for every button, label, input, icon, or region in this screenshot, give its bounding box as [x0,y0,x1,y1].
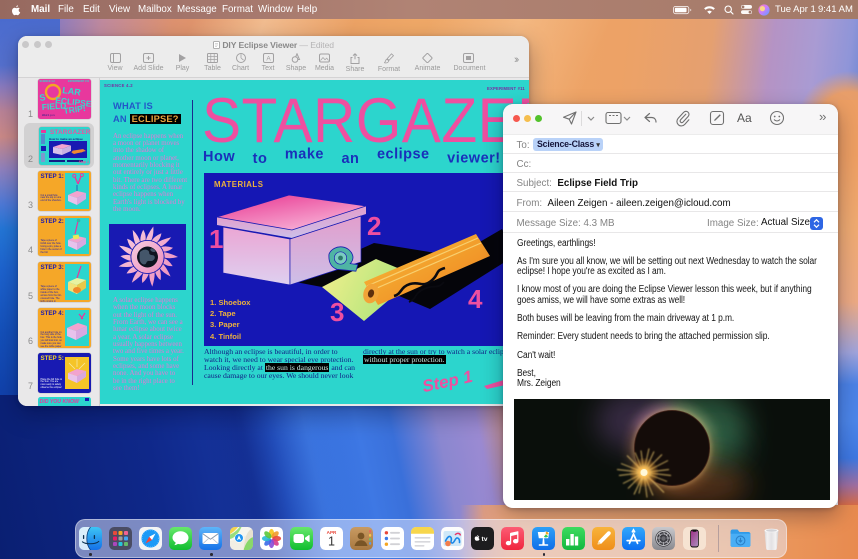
svg-text:3: 3 [330,297,344,327]
svg-text:Wed 1 p.m.: Wed 1 p.m. [42,113,55,117]
svg-text:2: 2 [367,211,381,241]
svg-text:TRIP!: TRIP! [62,103,86,116]
svg-text:1: 1 [209,224,223,254]
svg-text:1: 1 [328,534,335,548]
svg-text:A: A [266,56,271,63]
svg-text:4: 4 [468,284,483,314]
svg-text:tv: tv [482,536,488,543]
